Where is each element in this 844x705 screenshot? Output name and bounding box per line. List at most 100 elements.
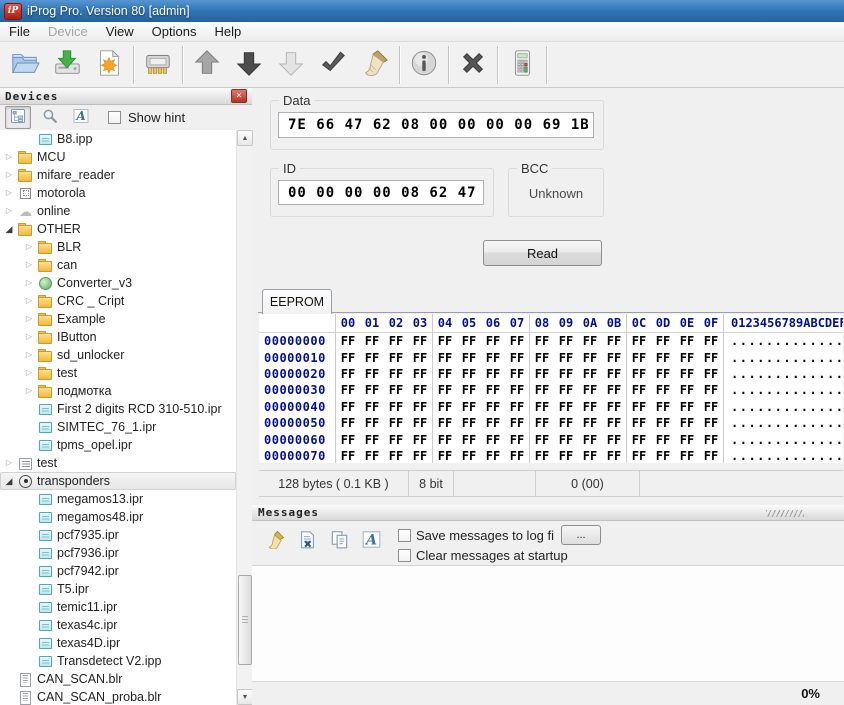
tree-item-test[interactable]: ▷ test	[0, 454, 236, 472]
hex-byte-cell[interactable]: FF	[481, 448, 505, 463]
open-file-button[interactable]	[4, 45, 46, 85]
hex-byte-cell[interactable]: FF	[699, 333, 723, 349]
show-hint-checkbox[interactable]	[108, 111, 121, 124]
hex-byte-cell[interactable]: FF	[481, 349, 505, 365]
tree-item-converter-v3[interactable]: ▷ Converter_v3	[0, 274, 236, 292]
expander-closed-icon[interactable]: ▷	[24, 332, 34, 342]
hex-byte-cell[interactable]: FF	[554, 349, 578, 365]
hex-byte-cell[interactable]: FF	[627, 333, 651, 349]
hex-byte-cell[interactable]: FF	[602, 448, 626, 463]
hex-byte-cell[interactable]: FF	[651, 366, 675, 382]
hex-byte-cell[interactable]: FF	[457, 333, 481, 349]
hex-byte-cell[interactable]: FF	[627, 448, 651, 463]
tree-item-pcf7936-ipr[interactable]: pcf7936.ipr	[0, 544, 236, 562]
hex-byte-cell[interactable]: FF	[530, 431, 554, 447]
expander-closed-icon[interactable]: ▷	[4, 170, 14, 180]
clean-button[interactable]	[354, 45, 396, 85]
expander-closed-icon[interactable]: ▷	[24, 314, 34, 324]
verify-button[interactable]	[312, 45, 354, 85]
hex-byte-cell[interactable]: FF	[457, 448, 481, 463]
hex-byte-cell[interactable]: FF	[602, 366, 626, 382]
expander-closed-icon[interactable]: ▷	[24, 368, 34, 378]
hex-byte-cell[interactable]: FF	[627, 349, 651, 365]
hex-byte-cell[interactable]: FF	[699, 382, 723, 398]
tree-item-test[interactable]: ▷ test	[0, 364, 236, 382]
tree-item-t5-ipr[interactable]: T5.ipr	[0, 580, 236, 598]
chip-button[interactable]	[137, 45, 179, 85]
tree-item-motorola[interactable]: ▷ motorola	[0, 184, 236, 202]
hex-byte-cell[interactable]: FF	[699, 448, 723, 463]
hex-byte-cell[interactable]: FF	[384, 399, 408, 415]
tree-item-pcf7935-ipr[interactable]: pcf7935.ipr	[0, 526, 236, 544]
hex-byte-cell[interactable]: FF	[602, 349, 626, 365]
hex-byte-cell[interactable]: FF	[433, 448, 457, 463]
hex-byte-cell[interactable]: FF	[384, 382, 408, 398]
tree-item-megamos48-ipr[interactable]: megamos48.ipr	[0, 508, 236, 526]
save-file-button[interactable]	[46, 45, 88, 85]
tree-item-crc-cript[interactable]: ▷ CRC _ Cript	[0, 292, 236, 310]
info-button[interactable]	[403, 45, 445, 85]
hex-byte-cell[interactable]: FF	[699, 415, 723, 431]
hex-byte-cell[interactable]: FF	[481, 399, 505, 415]
write-down-alt-button[interactable]	[270, 45, 312, 85]
hex-byte-cell[interactable]: FF	[408, 399, 432, 415]
tree-item-megamos13-ipr[interactable]: megamos13.ipr	[0, 490, 236, 508]
tree-item-first-2-digits-rcd-310-510-ipr[interactable]: First 2 digits RCD 310-510.ipr	[0, 400, 236, 418]
hex-byte-cell[interactable]: FF	[675, 382, 699, 398]
hex-byte-cell[interactable]: FF	[699, 431, 723, 447]
hex-byte-cell[interactable]: FF	[578, 382, 602, 398]
hex-byte-cell[interactable]: FF	[627, 399, 651, 415]
hex-byte-cell[interactable]: FF	[336, 415, 360, 431]
hex-byte-cell[interactable]: FF	[336, 349, 360, 365]
clear-startup-checkbox[interactable]	[398, 548, 411, 562]
menu-options[interactable]: Options	[143, 22, 206, 41]
hex-byte-cell[interactable]: FF	[699, 366, 723, 382]
read-button[interactable]: Read	[483, 240, 602, 266]
tree-item-ibutton[interactable]: ▷ IButton	[0, 328, 236, 346]
title-bar[interactable]: iP iProg Pro. Version 80 [admin]	[0, 0, 844, 22]
search-button[interactable]	[38, 107, 62, 128]
tree-item-other[interactable]: ◢ OTHER	[0, 220, 236, 238]
hex-byte-cell[interactable]: FF	[481, 366, 505, 382]
hex-byte-cell[interactable]: FF	[433, 415, 457, 431]
tree-item-can[interactable]: ▷ can	[0, 256, 236, 274]
hex-byte-cell[interactable]: FF	[433, 333, 457, 349]
tree-item-tpms-opel-ipr[interactable]: tpms_opel.ipr	[0, 436, 236, 454]
hex-byte-cell[interactable]: FF	[627, 431, 651, 447]
tree-item-b8-ipp[interactable]: B8.ipp	[0, 130, 236, 148]
hex-byte-cell[interactable]: FF	[384, 333, 408, 349]
hex-byte-cell[interactable]: FF	[578, 399, 602, 415]
hex-byte-cell[interactable]: FF	[602, 399, 626, 415]
hex-byte-cell[interactable]: FF	[505, 382, 529, 398]
hex-byte-cell[interactable]: FF	[554, 431, 578, 447]
tree-item-texas4c-ipr[interactable]: texas4c.ipr	[0, 616, 236, 634]
hex-byte-cell[interactable]: FF	[360, 415, 384, 431]
copy-log-button[interactable]	[326, 528, 352, 554]
hex-byte-cell[interactable]: FF	[602, 415, 626, 431]
hex-byte-cell[interactable]: FF	[651, 448, 675, 463]
hex-byte-cell[interactable]: FF	[360, 349, 384, 365]
scroll-up-button[interactable]: ▲	[237, 130, 253, 146]
hex-byte-cell[interactable]: FF	[651, 382, 675, 398]
hex-byte-cell[interactable]: FF	[481, 415, 505, 431]
expander-closed-icon[interactable]: ▷	[24, 278, 34, 288]
hex-byte-cell[interactable]: FF	[481, 382, 505, 398]
tree-item-can-scan-proba-blr[interactable]: CAN_SCAN_proba.blr	[0, 688, 236, 705]
hex-byte-cell[interactable]: FF	[675, 415, 699, 431]
hex-byte-cell[interactable]: FF	[360, 448, 384, 463]
scroll-thumb[interactable]	[238, 575, 252, 665]
hex-byte-cell[interactable]: FF	[675, 349, 699, 365]
hex-byte-cell[interactable]: FF	[627, 366, 651, 382]
tree-item-pcf7942-ipr[interactable]: pcf7942.ipr	[0, 562, 236, 580]
tree-item-simtec-76-1-ipr[interactable]: SIMTEC_76_1.ipr	[0, 418, 236, 436]
hex-byte-cell[interactable]: FF	[578, 366, 602, 382]
hex-byte-cell[interactable]: FF	[651, 333, 675, 349]
tree-item-online[interactable]: ▷ ☁ online	[0, 202, 236, 220]
expander-closed-icon[interactable]: ▷	[4, 152, 14, 162]
tree-item-mifare-reader[interactable]: ▷ mifare_reader	[0, 166, 236, 184]
hex-byte-cell[interactable]: FF	[651, 431, 675, 447]
hex-byte-cell[interactable]: FF	[675, 448, 699, 463]
hex-byte-cell[interactable]: FF	[408, 431, 432, 447]
hex-byte-cell[interactable]: FF	[578, 431, 602, 447]
hex-byte-cell[interactable]: FF	[360, 333, 384, 349]
